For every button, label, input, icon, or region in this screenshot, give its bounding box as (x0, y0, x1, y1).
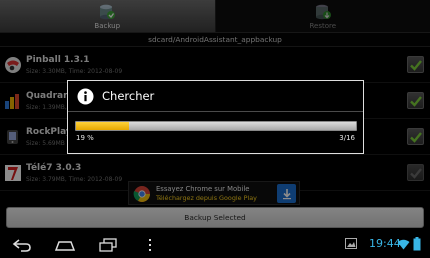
battery-icon (413, 237, 421, 251)
gallery-notification-icon[interactable] (345, 238, 357, 249)
progress-percent: 19 % (76, 134, 94, 142)
menu-button[interactable] (145, 235, 155, 254)
progress-count: 3/16 (339, 134, 355, 142)
dialog-title: Chercher (102, 89, 155, 103)
dialog-divider (68, 111, 363, 112)
info-icon (77, 88, 94, 105)
back-button[interactable] (10, 235, 34, 254)
system-nav-bar: 19:44 (0, 231, 430, 258)
home-icon (54, 240, 76, 251)
progress-dialog: Chercher 19 % 3/16 (67, 80, 364, 154)
menu-icon (149, 238, 151, 251)
back-icon (12, 238, 31, 252)
recent-apps-button[interactable] (96, 235, 120, 254)
progress-bar (75, 121, 357, 131)
recent-apps-icon (99, 237, 117, 252)
home-button[interactable] (53, 235, 77, 254)
wifi-icon (397, 239, 410, 250)
status-clock: 19:44 (369, 237, 401, 250)
progress-fill (76, 122, 129, 130)
